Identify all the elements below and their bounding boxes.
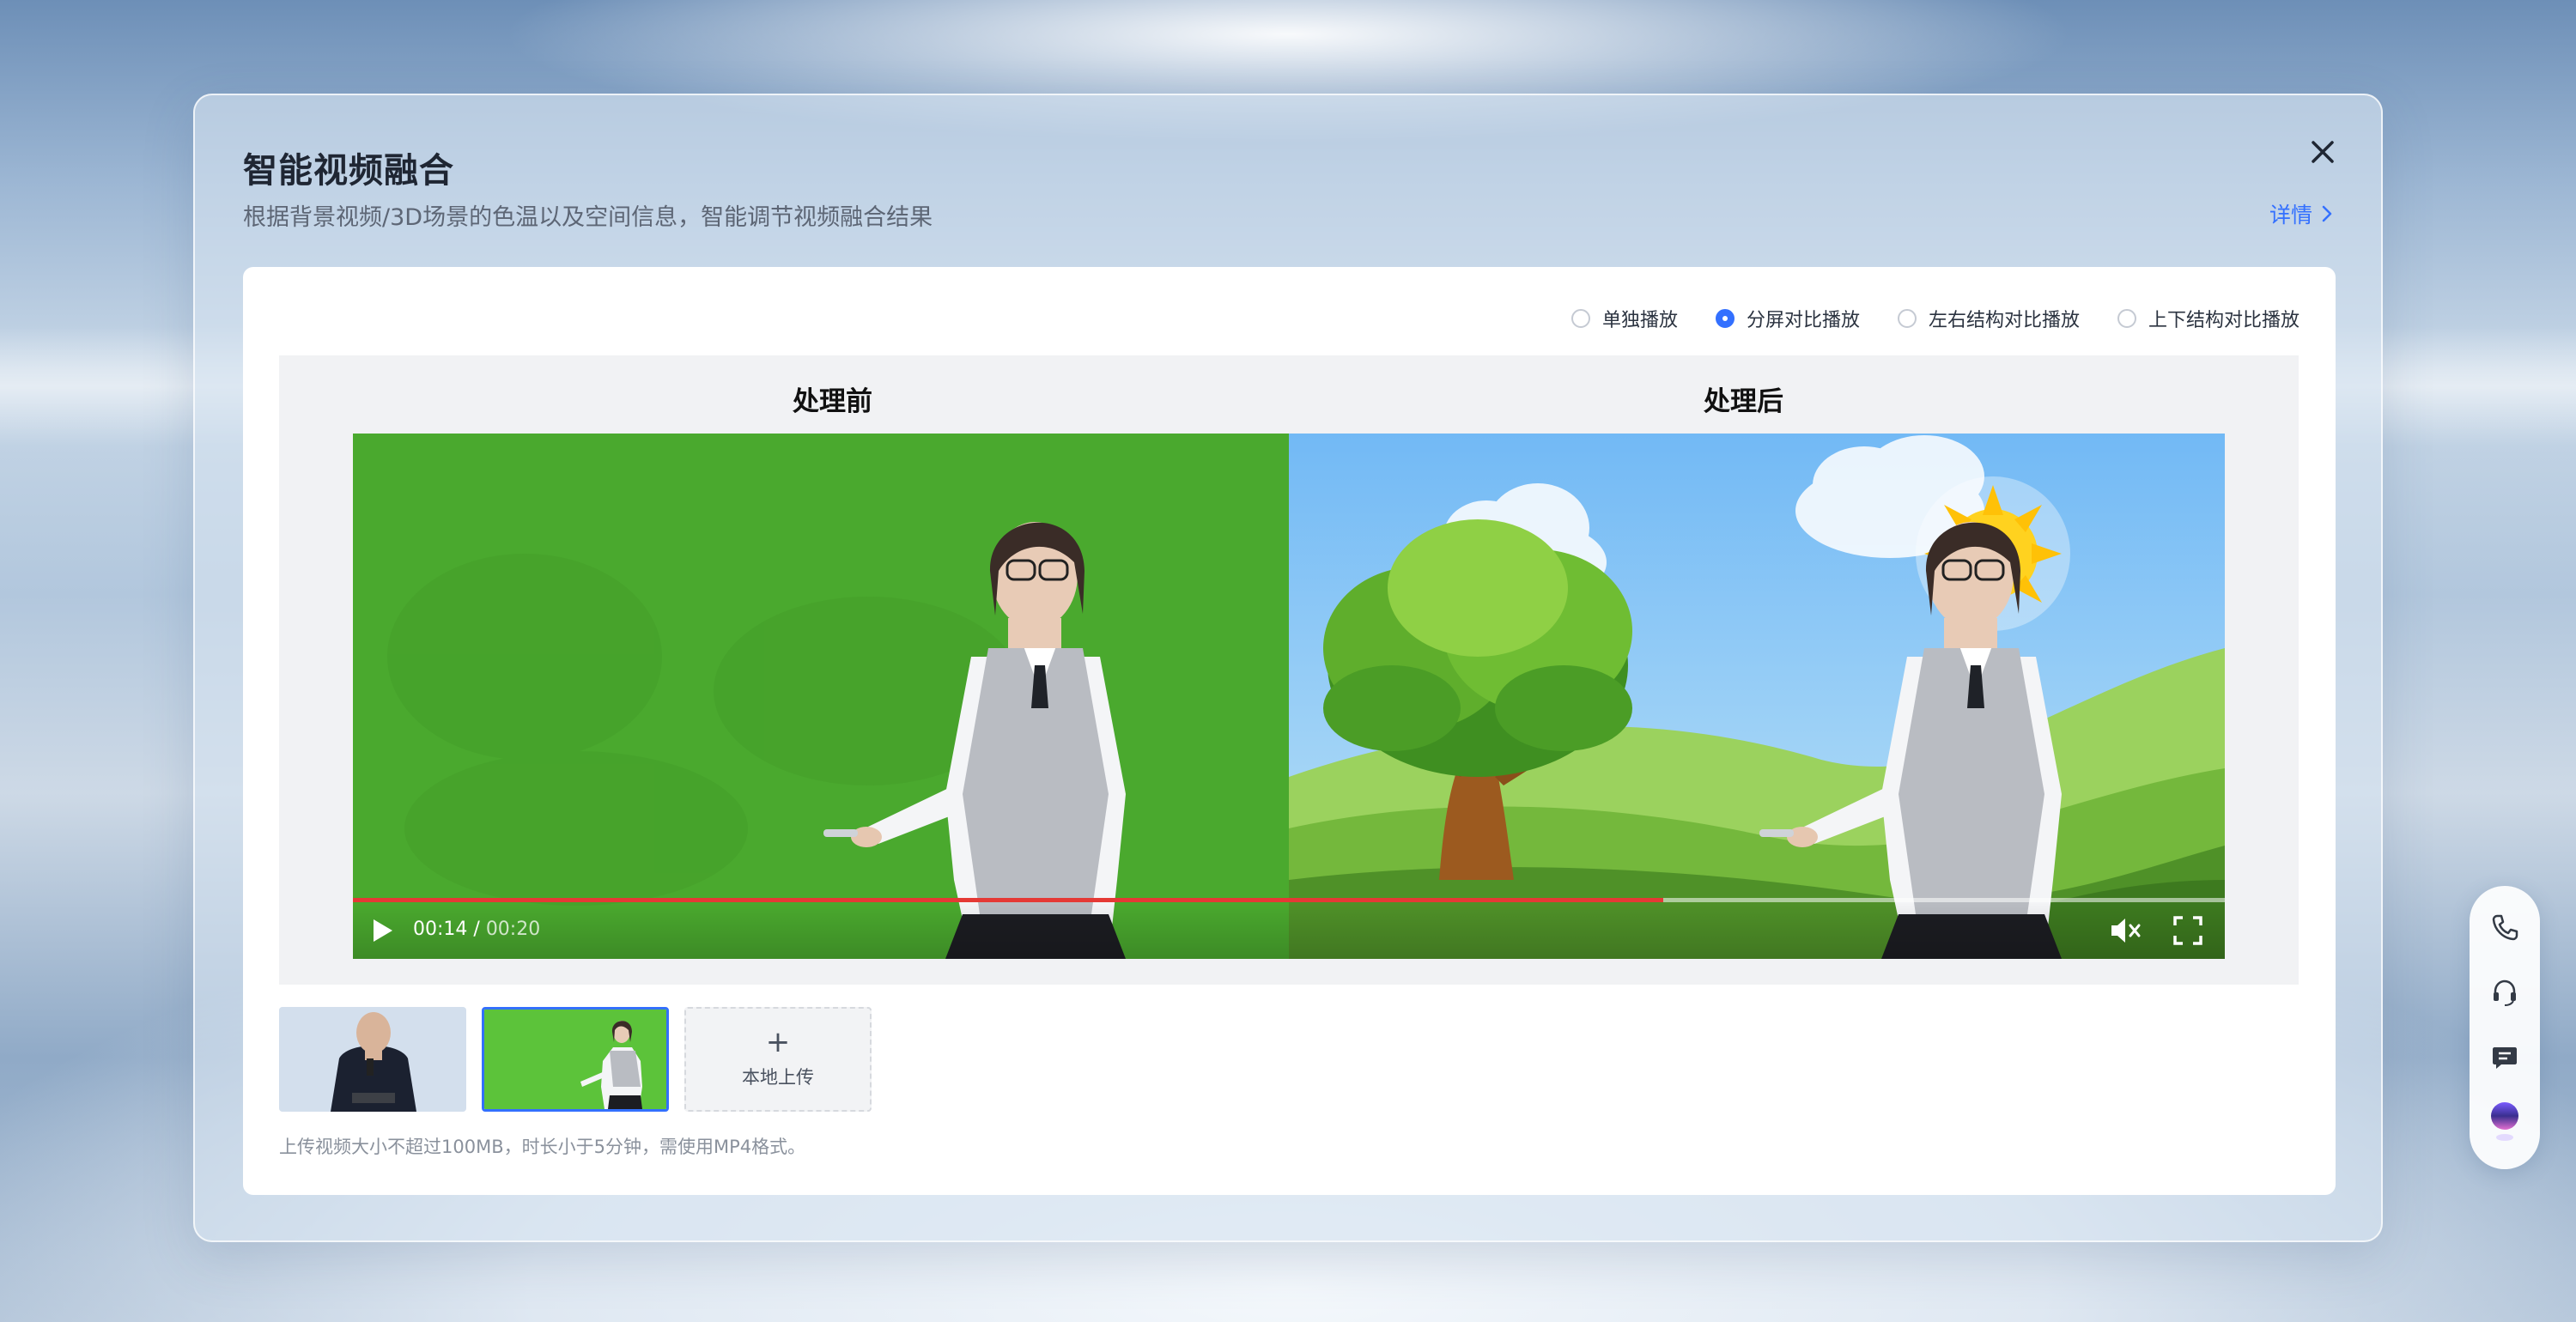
before-label: 处理前 [793,386,872,417]
radio-label: 左右结构对比播放 [1928,310,2080,331]
after-label: 处理后 [1704,386,1783,417]
video-fusion-dialog: 智能视频融合 根据背景视频/3D场景的色温以及空间信息，智能调节视频融合结果 详… [193,94,2383,1242]
time-display: 00:14 / 00:20 [413,919,540,940]
radio-label: 上下结构对比播放 [2148,310,2300,331]
detail-link[interactable]: 详情 [2269,198,2333,229]
upload-hint: 上传视频大小不超过100MB，时长小于5分钟，需使用MP4格式。 [279,1137,806,1157]
chevron-right-icon [2322,205,2332,222]
radio-label: 单独播放 [1601,310,1678,331]
before-frame [353,434,1289,959]
mute-icon [2111,919,2141,943]
video-thumbnails: + 本地上传 [279,1007,872,1112]
phone-icon [2492,914,2518,941]
radio-dot [2117,309,2136,328]
after-video [1289,434,2225,959]
thumbnail-image [484,1010,666,1109]
plus-icon: + [765,1025,791,1059]
radio-split-compare[interactable]: 分屏对比播放 [1715,305,1860,332]
thumbnail-video-1[interactable] [279,1007,466,1112]
phone-button[interactable] [2489,912,2520,943]
thumbnail-image [279,1007,466,1112]
video-player[interactable]: 00:14 / 00:20 [353,434,2225,959]
playback-mode-group: 单独播放 分屏对比播放 左右结构对比播放 上下结构对比播放 [1571,305,2300,332]
play-button[interactable] [367,916,396,945]
after-frame [1289,434,2225,959]
radio-dot-checked [1715,309,1735,328]
customer-service-button[interactable] [2489,977,2520,1008]
fullscreen-button[interactable] [2172,914,2204,947]
local-upload-button[interactable]: + 本地上传 [684,1007,872,1112]
before-video [353,434,1289,959]
headset-icon [2494,979,2516,1006]
player-controls: 00:14 / 00:20 [353,902,2225,959]
current-time: 00:14 [413,919,468,940]
time-separator: / [467,919,486,940]
fullscreen-icon [2173,916,2202,945]
thumbnail-video-2[interactable] [482,1007,669,1112]
mute-button[interactable] [2108,914,2142,947]
side-toolbar [2470,886,2540,1169]
dialog-subtitle: 根据背景视频/3D场景的色温以及空间信息，智能调节视频融合结果 [243,204,933,231]
radio-label: 分屏对比播放 [1746,310,1860,331]
radio-single-play[interactable]: 单独播放 [1571,305,1678,332]
upload-label: 本地上传 [742,1067,814,1088]
ai-assistant-button[interactable] [2489,1101,2520,1141]
close-button[interactable] [2297,126,2348,178]
content-card: 单独播放 分屏对比播放 左右结构对比播放 上下结构对比播放 处理前 处理后 00… [243,267,2336,1195]
radio-dot [1897,309,1917,328]
dialog-title: 智能视频融合 [243,151,454,191]
play-icon [374,919,392,942]
assistant-orb-icon [2491,1102,2518,1141]
detail-link-label: 详情 [2269,203,2312,227]
radio-top-bottom-compare[interactable]: 上下结构对比播放 [2117,305,2300,332]
player-area: 处理前 处理后 00:14 / 00:20 [279,355,2299,985]
close-icon [2312,141,2334,163]
feedback-button[interactable] [2489,1042,2520,1073]
radio-dot [1571,309,1590,328]
chat-icon [2493,1047,2517,1069]
duration: 00:20 [485,919,541,940]
radio-left-right-compare[interactable]: 左右结构对比播放 [1897,305,2080,332]
